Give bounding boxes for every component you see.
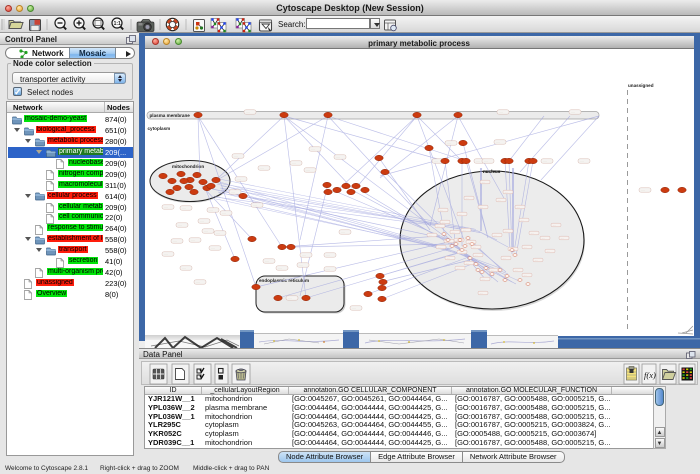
svg-text:····: ···· — [200, 219, 204, 223]
svg-text:····: ···· — [484, 159, 488, 163]
svg-text:····: ···· — [502, 257, 505, 260]
svg-text:····: ···· — [541, 237, 544, 240]
svg-text:····: ···· — [520, 219, 523, 222]
svg-text:····: ···· — [472, 246, 475, 249]
svg-text:····: ···· — [451, 231, 454, 234]
svg-text:····: ···· — [458, 213, 461, 216]
svg-text:····: ···· — [265, 259, 269, 263]
svg-text:····: ···· — [434, 159, 438, 163]
svg-text:····: ···· — [534, 259, 537, 262]
svg-text:····: ···· — [493, 234, 496, 237]
svg-text:····: ···· — [490, 269, 493, 272]
svg-text:····: ···· — [481, 278, 484, 281]
svg-text:plasma membrane: plasma membrane — [149, 113, 190, 118]
svg-text:····: ···· — [178, 223, 182, 227]
svg-text:····: ···· — [341, 230, 345, 234]
svg-text:cytoplasm: cytoplasm — [147, 126, 170, 131]
svg-text:····: ···· — [292, 161, 296, 165]
svg-text:····: ···· — [437, 246, 440, 249]
svg-text:····: ···· — [479, 206, 482, 209]
svg-text:····: ···· — [288, 296, 292, 300]
svg-text:····: ···· — [516, 206, 519, 209]
svg-text:····: ···· — [222, 211, 226, 215]
svg-text:····: ···· — [456, 267, 459, 270]
svg-text:····: ···· — [299, 263, 303, 267]
svg-text:····: ···· — [479, 292, 482, 295]
svg-text:····: ···· — [546, 250, 549, 253]
svg-text:····: ···· — [439, 209, 442, 212]
svg-text:····: ···· — [196, 280, 200, 284]
svg-text:····: ···· — [465, 197, 468, 200]
svg-text:····: ···· — [336, 155, 340, 159]
svg-text:····: ···· — [173, 239, 177, 243]
svg-text:····: ···· — [211, 246, 215, 250]
svg-text:····: ···· — [543, 159, 547, 163]
svg-text:····: ···· — [164, 205, 168, 209]
svg-text:····: ···· — [306, 168, 310, 172]
svg-text:····: ···· — [552, 224, 555, 227]
svg-text:unassigned: unassigned — [628, 83, 654, 88]
svg-text:····: ···· — [231, 190, 235, 194]
svg-text:····: ···· — [237, 177, 241, 181]
svg-text:····: ···· — [441, 221, 444, 224]
svg-text:····: ···· — [504, 191, 507, 194]
svg-text:····: ···· — [253, 203, 257, 207]
svg-text:····: ···· — [462, 229, 465, 232]
svg-text:····: ···· — [476, 159, 480, 163]
svg-text:····: ···· — [530, 232, 533, 235]
svg-text:····: ···· — [302, 253, 306, 257]
svg-text:····: ···· — [326, 267, 330, 271]
svg-text:····: ···· — [571, 110, 575, 114]
svg-text:····: ···· — [278, 266, 282, 270]
svg-text:····: ···· — [514, 269, 517, 272]
svg-text:····: ···· — [182, 266, 186, 270]
svg-text:····: ···· — [496, 140, 500, 144]
svg-text:····: ···· — [311, 147, 315, 151]
svg-text:····: ···· — [326, 253, 330, 257]
svg-text:····: ···· — [474, 254, 477, 257]
svg-text:····: ···· — [234, 154, 238, 158]
svg-text:····: ···· — [499, 110, 503, 114]
svg-text:····: ···· — [560, 237, 563, 240]
svg-text:····: ···· — [523, 274, 526, 277]
svg-text:nucleus: nucleus — [483, 169, 501, 174]
svg-text:····: ···· — [458, 251, 461, 254]
svg-text:····: ···· — [447, 141, 451, 145]
svg-text:····: ···· — [436, 225, 439, 228]
svg-text:····: ···· — [246, 110, 250, 114]
svg-text:····: ···· — [641, 188, 645, 192]
svg-text:····: ···· — [428, 234, 431, 237]
svg-text:····: ···· — [446, 257, 449, 260]
svg-text:····: ···· — [260, 166, 264, 170]
svg-text:····: ···· — [497, 199, 500, 202]
svg-text:····: ···· — [465, 262, 468, 265]
svg-text:····: ···· — [216, 231, 220, 235]
svg-text:····: ···· — [191, 238, 195, 242]
svg-text:····: ···· — [523, 246, 526, 249]
svg-text:f(x): f(x) — [644, 370, 656, 380]
svg-text:····: ···· — [352, 306, 356, 310]
svg-text:1:1: 1:1 — [114, 21, 121, 27]
svg-text:····: ···· — [504, 230, 507, 233]
svg-text:····: ···· — [481, 181, 484, 184]
svg-text:····: ···· — [580, 159, 584, 163]
svg-text:····: ···· — [209, 208, 213, 212]
svg-text:····: ···· — [164, 252, 168, 256]
svg-text:····: ···· — [182, 206, 186, 210]
svg-text:····: ···· — [204, 229, 208, 233]
